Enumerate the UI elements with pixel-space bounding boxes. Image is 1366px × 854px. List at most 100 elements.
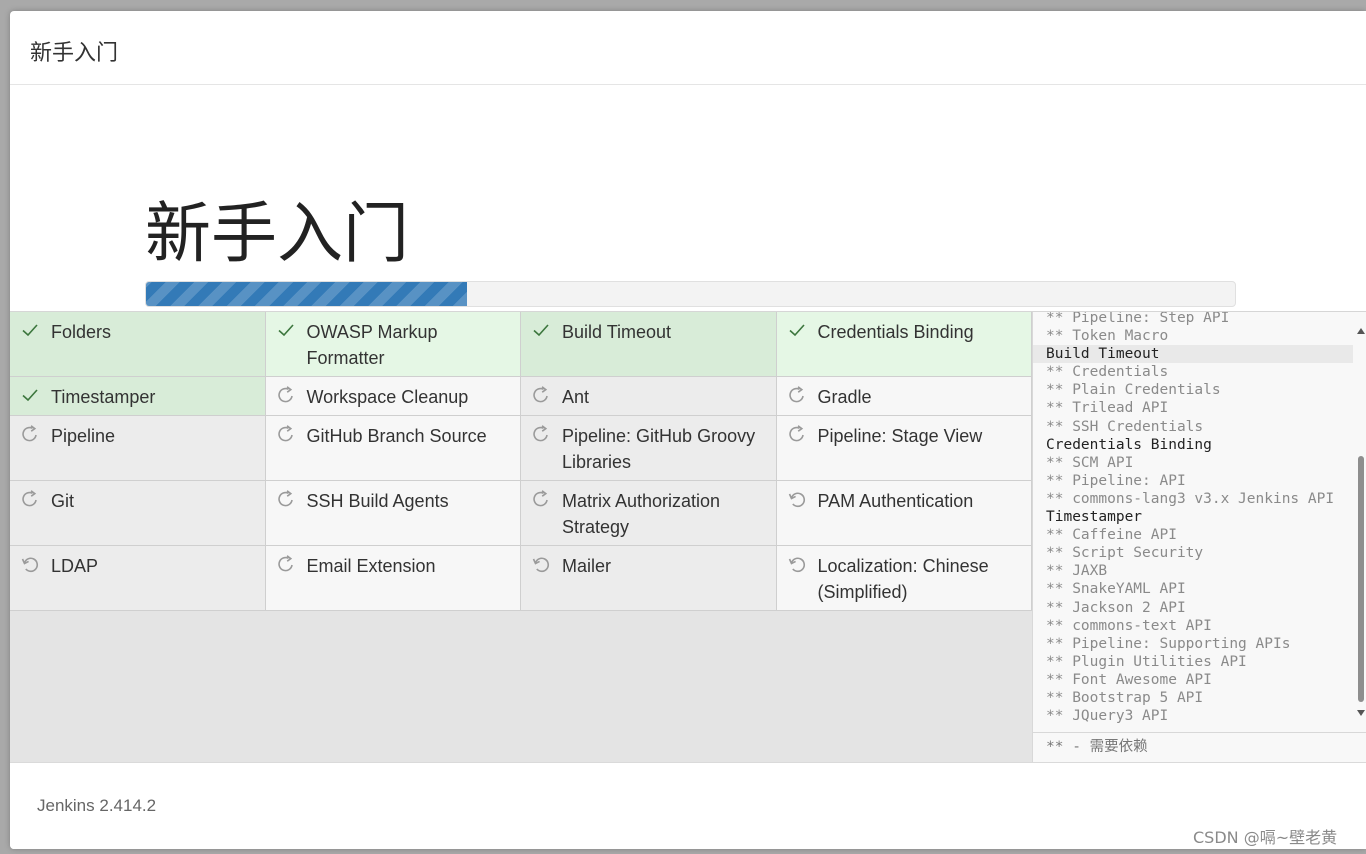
undo-icon — [531, 554, 551, 574]
log-plugin-line: Credentials Binding — [1046, 436, 1212, 453]
plugin-ldap: LDAP — [10, 546, 266, 611]
refresh-icon — [787, 424, 807, 444]
plugin-workspace-cleanup: Workspace Cleanup — [265, 377, 521, 416]
plugin-name: LDAP — [51, 556, 99, 576]
install-progress-bar — [146, 282, 468, 306]
install-header: 新手入门 — [10, 86, 1366, 312]
scroll-up-arrow-icon[interactable] — [1357, 328, 1365, 334]
modal-header: 新手入门 — [10, 11, 1366, 85]
plugin-row: Git SSH Build Agents Matrix Authorization … — [10, 481, 1032, 546]
undo-icon — [787, 489, 807, 509]
plugin-grid: Folders OWASP Markup Formatter Build Timeo… — [10, 312, 1032, 611]
plugin-name: Matrix Authorization Strategy — [562, 491, 721, 537]
plugin-name: Email Extension — [306, 556, 436, 576]
plugin-gradle: Gradle — [776, 377, 1032, 416]
log-dependency-line: ** Pipeline: API — [1046, 472, 1186, 489]
plugin-name: Git — [51, 491, 75, 511]
install-progress — [145, 281, 1236, 307]
log-legend: ** - 需要依赖 — [1033, 732, 1366, 762]
log-dependency-line: ** Pipeline: Step API — [1046, 312, 1230, 326]
plugin-mailer: Mailer — [521, 546, 777, 611]
plugin-git: Git — [10, 481, 266, 546]
log-dependency-line: ** Plain Credentials — [1046, 382, 1221, 399]
scroll-down-arrow-icon[interactable] — [1357, 710, 1365, 716]
plugin-name: Localization: Chinese (Simplified) — [817, 556, 989, 602]
log-dependency-line: ** Font Awesome API — [1046, 671, 1212, 688]
check-icon — [787, 320, 807, 340]
plugin-matrix-authorization-strategy: Matrix Authorization Strategy — [521, 481, 777, 546]
watermark: CSDN @嗝~壁老黄 — [1193, 828, 1338, 847]
plugin-name: Build Timeout — [562, 322, 672, 342]
plugin-name: Gradle — [817, 387, 872, 407]
plugin-name: SSH Build Agents — [306, 491, 449, 511]
plugin-name: Pipeline — [51, 426, 116, 446]
plugin-name: Workspace Cleanup — [306, 387, 469, 407]
log-dependency-line: ** Pipeline: Supporting APIs — [1046, 635, 1291, 652]
refresh-icon — [531, 385, 551, 405]
refresh-icon — [787, 385, 807, 405]
install-content: Folders OWASP Markup Formatter Build Timeo… — [10, 312, 1366, 762]
log-plugin-line: Build Timeout — [1033, 345, 1353, 364]
plugin-name: Folders — [51, 322, 112, 342]
plugin-row: Folders OWASP Markup Formatter Build Timeo… — [10, 312, 1032, 377]
plugin-ant: Ant — [521, 377, 777, 416]
jenkins-version: Jenkins 2.414.2 — [37, 796, 157, 815]
plugin-pipeline-github-groovy-libraries: Pipeline: GitHub Groovy Libraries — [521, 416, 777, 481]
plugin-name: OWASP Markup Formatter — [306, 322, 438, 368]
log-dependency-line: ** commons-text API — [1046, 617, 1212, 634]
log-scrollbar[interactable] — [1355, 312, 1366, 732]
log-dependency-line: ** Bootstrap 5 API — [1046, 689, 1204, 706]
plugin-build-timeout: Build Timeout — [521, 312, 777, 377]
modal-title: 新手入门 — [30, 41, 119, 66]
refresh-icon — [276, 554, 296, 574]
plugin-timestamper: Timestamper — [10, 377, 266, 416]
scroll-thumb[interactable] — [1358, 456, 1364, 702]
plugin-name: GitHub Branch Source — [306, 426, 487, 446]
refresh-icon — [20, 489, 40, 509]
plugin-name: Credentials Binding — [817, 322, 974, 342]
plugin-name: PAM Authentication — [817, 491, 974, 511]
log-dependency-line: ** Trilead API — [1046, 400, 1169, 417]
log-dependency-line: ** SSH Credentials — [1046, 418, 1204, 435]
plugin-owasp-markup-formatter: OWASP Markup Formatter — [265, 312, 521, 377]
log-dependency-line: ** SCM API — [1046, 454, 1134, 471]
plugin-localization-chinese-simplified: Localization: Chinese (Simplified) — [776, 546, 1032, 611]
refresh-icon — [20, 424, 40, 444]
refresh-icon — [276, 489, 296, 509]
plugin-name: Pipeline: GitHub Groovy Libraries — [562, 426, 756, 472]
plugin-credentials-binding: Credentials Binding — [776, 312, 1032, 377]
install-log-lines: ** Pipeline: Step API ** Token Macro Build… — [1033, 312, 1353, 725]
plugin-name: Timestamper — [51, 387, 156, 407]
check-icon — [20, 320, 40, 340]
log-dependency-line: ** Jackson 2 API — [1046, 599, 1186, 616]
check-icon — [531, 320, 551, 340]
plugin-row: Pipeline GitHub Branch Source Pipeline: Gi… — [10, 416, 1032, 481]
plugin-row: Timestamper Workspace Cleanup Ant Gradle — [10, 377, 1032, 416]
refresh-icon — [531, 489, 551, 509]
log-dependency-line: ** JQuery3 API — [1046, 708, 1169, 725]
plugin-github-branch-source: GitHub Branch Source — [265, 416, 521, 481]
log-dependency-line: ** JAXB — [1046, 563, 1108, 580]
plugin-folders: Folders — [10, 312, 266, 377]
log-dependency-line: ** Script Security — [1046, 545, 1204, 562]
check-icon — [276, 320, 296, 340]
install-log-panel: ** Pipeline: Step API ** Token Macro Build… — [1032, 312, 1366, 762]
page-title: 新手入门 — [145, 195, 409, 272]
setup-wizard-dialog: 新手入门 新手入门 Folders OWASP Markup Formatter B… — [10, 11, 1366, 849]
refresh-icon — [276, 424, 296, 444]
plugin-email-extension: Email Extension — [265, 546, 521, 611]
log-dependency-line: ** Plugin Utilities API — [1046, 653, 1247, 670]
plugin-pipeline: Pipeline — [10, 416, 266, 481]
log-dependency-line: ** commons-lang3 v3.x Jenkins API — [1046, 490, 1335, 507]
modal-footer: Jenkins 2.414.2 — [10, 762, 1366, 849]
plugin-name: Ant — [562, 387, 590, 407]
install-log[interactable]: ** Pipeline: Step API ** Token Macro Build… — [1033, 312, 1353, 732]
plugin-row: LDAP Email Extension Mailer Localization: C… — [10, 546, 1032, 611]
log-plugin-line: Timestamper — [1046, 509, 1143, 526]
refresh-icon — [531, 424, 551, 444]
refresh-icon — [276, 385, 296, 405]
plugin-pam-authentication: PAM Authentication — [776, 481, 1032, 546]
plugin-pipeline-stage-view: Pipeline: Stage View — [776, 416, 1032, 481]
log-dependency-line: ** Token Macro — [1046, 328, 1169, 345]
log-dependency-line: ** SnakeYAML API — [1046, 581, 1186, 598]
